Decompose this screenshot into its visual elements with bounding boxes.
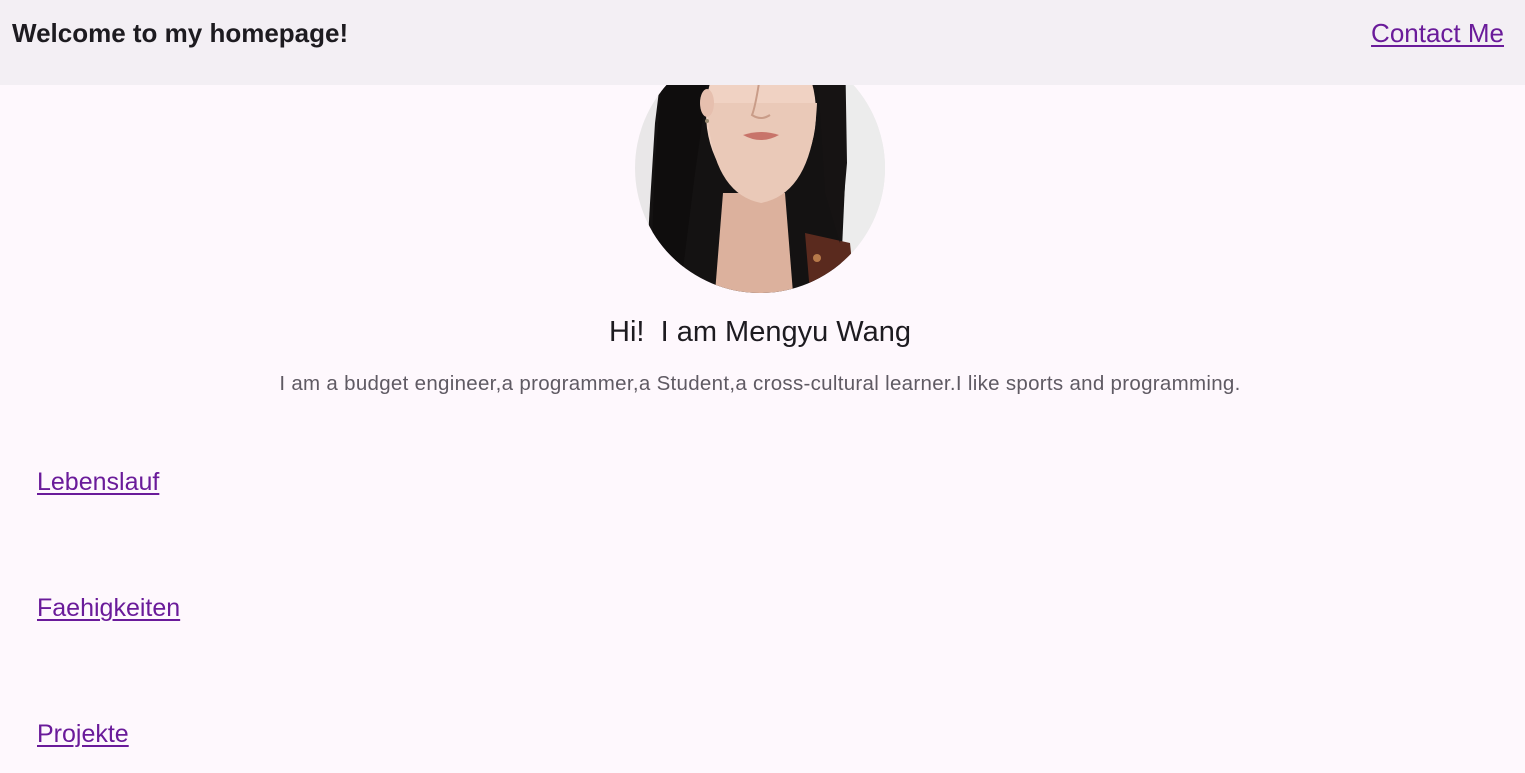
homepage: Hi! I am Mengyu Wang I am a budget engin…: [0, 0, 1525, 773]
profile-greeting: Hi! I am Mengyu Wang: [609, 316, 911, 348]
section-link-projekte[interactable]: Projekte: [37, 720, 129, 749]
top-app-bar: Welcome to my homepage! Contact Me: [0, 0, 1525, 85]
main-content: Hi! I am Mengyu Wang I am a budget engin…: [0, 0, 1525, 773]
profile-intro: I am a budget engineer,a programmer,a St…: [279, 372, 1241, 395]
contact-me-link[interactable]: Contact Me: [1371, 18, 1504, 49]
section-link-lebenslauf[interactable]: Lebenslauf: [37, 468, 159, 497]
page-title: Welcome to my homepage!: [12, 18, 349, 48]
section-link-faehigkeiten[interactable]: Faehigkeiten: [37, 594, 180, 623]
